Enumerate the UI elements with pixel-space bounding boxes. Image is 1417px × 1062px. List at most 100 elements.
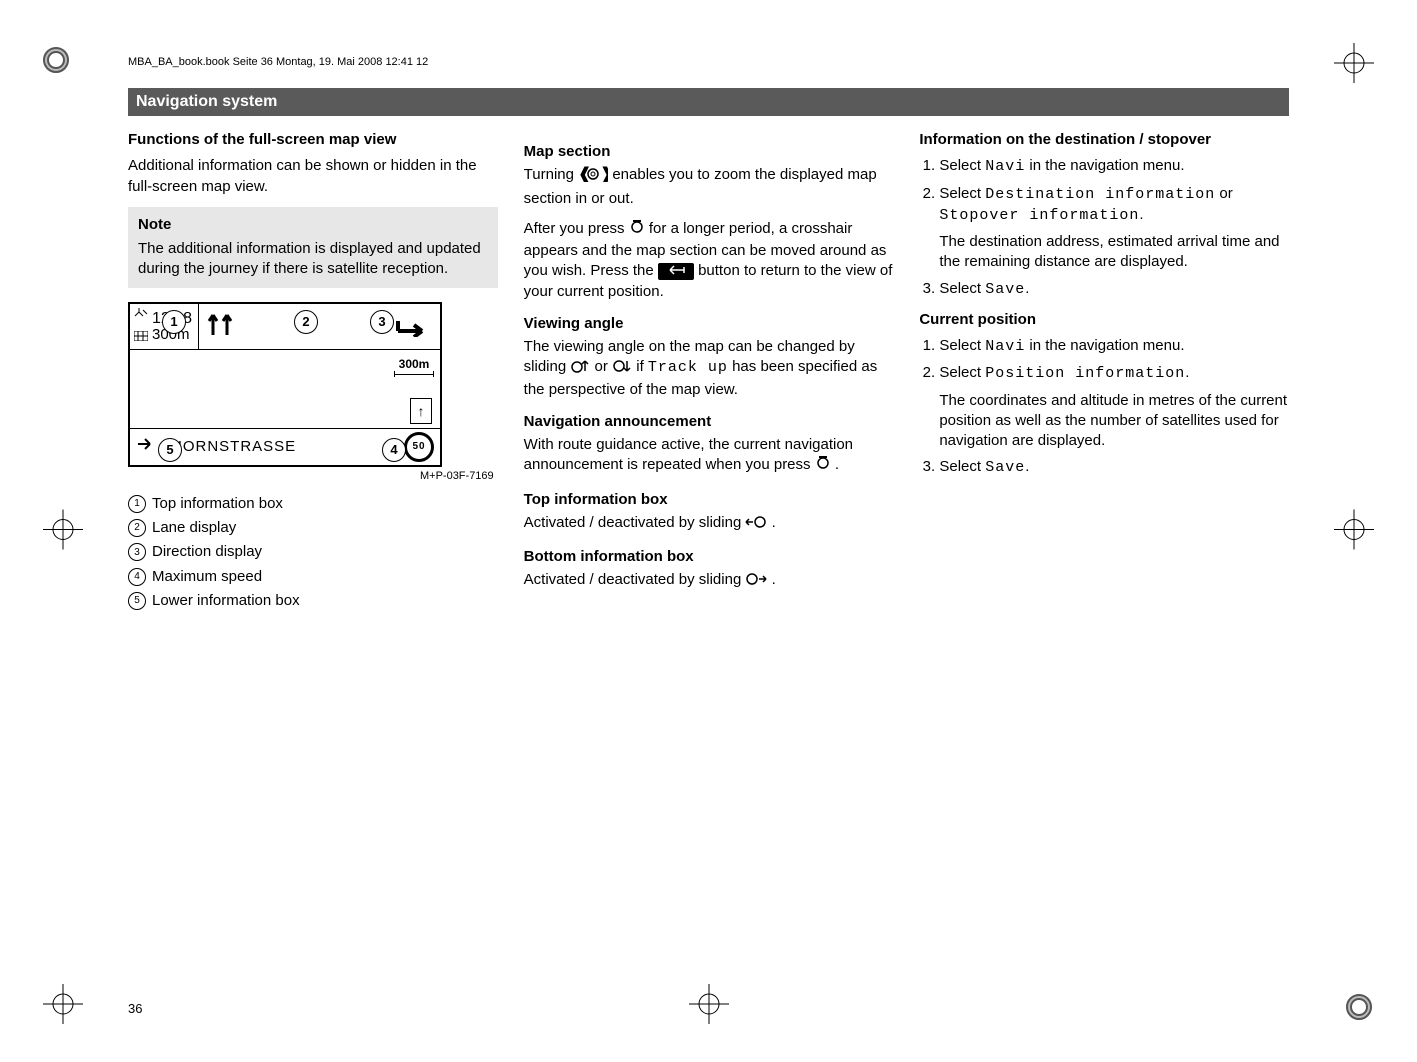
text: With route guidance active, the current … bbox=[524, 436, 853, 473]
menu-option-track-up: Track up bbox=[648, 359, 728, 376]
para-nav-announce: With route guidance active, the current … bbox=[524, 435, 894, 478]
callout-3-icon: 3 bbox=[370, 310, 394, 334]
column-left: Functions of the full-screen map view Ad… bbox=[128, 130, 498, 615]
direction-arrow-icon bbox=[394, 309, 434, 343]
text: Select bbox=[939, 280, 985, 297]
step: Select Save. bbox=[939, 279, 1289, 300]
para-zoom: Turning ❰❱ enables you to zoom the displ… bbox=[524, 165, 894, 209]
rotary-press-icon bbox=[629, 219, 645, 241]
menu-option-position-info: Position information bbox=[985, 365, 1185, 382]
heading-viewing-angle: Viewing angle bbox=[524, 314, 894, 334]
para-crosshair: After you press for a longer period, a c… bbox=[524, 219, 894, 302]
map-figure: 1 2 3 4 5 12:08 300m bbox=[128, 302, 442, 468]
text: After you press bbox=[524, 220, 629, 237]
steps-position: Select Navi in the navigation menu. Sele… bbox=[919, 336, 1289, 479]
steps-destination: Select Navi in the navigation menu. Sele… bbox=[919, 156, 1289, 300]
menu-option-save: Save bbox=[985, 459, 1025, 476]
heading-destination-info: Information on the destination / stopove… bbox=[919, 130, 1289, 150]
step: Select Navi in the navigation menu. bbox=[939, 156, 1289, 177]
legend-item: 2Lane display bbox=[128, 518, 498, 538]
legend-num-icon: 2 bbox=[128, 519, 146, 537]
heading-bottom-info-box: Bottom information box bbox=[524, 547, 894, 567]
register-mark-icon bbox=[38, 979, 88, 1032]
text: . bbox=[1185, 364, 1189, 381]
menu-option-stopover-info: Stopover informa­tion bbox=[939, 207, 1139, 224]
text: . bbox=[772, 571, 776, 588]
sat-icon bbox=[134, 306, 148, 326]
heading-functions: Functions of the full-screen map view bbox=[128, 130, 498, 150]
step-result: The destination address, estimated arriv… bbox=[939, 232, 1289, 273]
heading-nav-announce: Navigation announcement bbox=[524, 412, 894, 432]
legend-text: Maximum speed bbox=[152, 567, 262, 587]
legend-num-icon: 1 bbox=[128, 495, 146, 513]
legend-text: Top information box bbox=[152, 494, 283, 514]
figure-reference: M+P-03F-7169 bbox=[128, 469, 498, 484]
text: . bbox=[1025, 458, 1029, 475]
callout-5-icon: 5 bbox=[158, 438, 182, 462]
step: Select Position information. The coordin… bbox=[939, 363, 1289, 451]
para-bottom-info: Activated / deactivated by sliding . bbox=[524, 570, 894, 592]
text: Turning bbox=[524, 166, 578, 183]
step: Select Save. bbox=[939, 457, 1289, 478]
rotary-turn-icon: ❰❱ bbox=[578, 166, 608, 188]
legend-item: 5 Lower information box bbox=[128, 591, 498, 611]
page-header-meta: MBA_BA_book.book Seite 36 Montag, 19. Ma… bbox=[128, 56, 428, 68]
legend-item: 3Direction display bbox=[128, 542, 498, 562]
menu-option-navi: Navi bbox=[985, 338, 1025, 355]
register-mark-icon bbox=[38, 505, 88, 558]
text: . bbox=[1139, 206, 1143, 223]
text: Activated / deactivated by sliding bbox=[524, 571, 746, 588]
page-number: 36 bbox=[128, 1001, 142, 1016]
text: or bbox=[595, 358, 613, 375]
svg-text:❱: ❱ bbox=[600, 166, 608, 182]
callout-2-icon: 2 bbox=[294, 310, 318, 334]
text: Select bbox=[939, 185, 985, 202]
text: Select bbox=[939, 157, 985, 174]
heading-top-info-box: Top information box bbox=[524, 490, 894, 510]
menu-option-destination-info: Destination informa­tion bbox=[985, 186, 1215, 203]
crop-mark-icon bbox=[38, 38, 98, 81]
para-intro: Additional information can be shown or h… bbox=[128, 156, 498, 197]
rotary-slide-up-icon bbox=[570, 359, 590, 379]
text: . bbox=[835, 456, 839, 473]
rotary-slide-down-icon bbox=[612, 359, 632, 379]
speed-sign-icon: 50 bbox=[404, 432, 434, 462]
menu-option-save: Save bbox=[985, 281, 1025, 298]
register-mark-icon bbox=[1329, 505, 1379, 558]
para-top-info: Activated / deactivated by sliding . bbox=[524, 513, 894, 535]
register-mark-icon bbox=[684, 979, 734, 1032]
legend-text: Lower information box bbox=[152, 591, 300, 611]
text: or bbox=[1215, 185, 1233, 202]
text: in the navigation menu. bbox=[1025, 337, 1184, 354]
text: . bbox=[1025, 280, 1029, 297]
svg-text:❰: ❰ bbox=[578, 166, 591, 182]
figure-legend: 1 Top information box 2Lane display 3Dire… bbox=[128, 494, 498, 611]
note-body: The additional information is displayed … bbox=[138, 239, 488, 280]
rotary-press-icon bbox=[815, 455, 831, 477]
grid-icon bbox=[134, 327, 148, 347]
rotary-slide-left-icon bbox=[745, 515, 767, 535]
callout-1-icon: 1 bbox=[162, 310, 186, 334]
text: Select bbox=[939, 337, 985, 354]
column-right: Information on the destination / stopove… bbox=[919, 130, 1289, 615]
text: Select bbox=[939, 458, 985, 475]
note-box: Note The additional information is displ… bbox=[128, 207, 498, 288]
menu-option-navi: Navi bbox=[985, 158, 1025, 175]
callout-4-icon: 4 bbox=[382, 438, 406, 462]
section-title: Navigation system bbox=[128, 88, 1289, 116]
legend-item: 4Maximum speed bbox=[128, 567, 498, 587]
heading-current-position: Current position bbox=[919, 310, 1289, 330]
text: . bbox=[772, 514, 776, 531]
note-heading: Note bbox=[138, 215, 488, 235]
fig-scale: 300m bbox=[399, 357, 430, 371]
right-arrow-icon bbox=[136, 437, 154, 457]
step: Select Destination informa­tion or Stopo… bbox=[939, 184, 1289, 273]
column-middle: Map section Turning ❰❱ enables you to zo… bbox=[524, 130, 894, 615]
legend-num-icon: 5 bbox=[128, 592, 146, 610]
text: if bbox=[636, 358, 648, 375]
scale-line-icon bbox=[394, 374, 434, 375]
back-button-icon bbox=[658, 263, 694, 280]
text: in the navigation menu. bbox=[1025, 157, 1184, 174]
lane-arrows-icon bbox=[205, 309, 239, 343]
text: Activated / deactivated by sliding bbox=[524, 514, 746, 531]
